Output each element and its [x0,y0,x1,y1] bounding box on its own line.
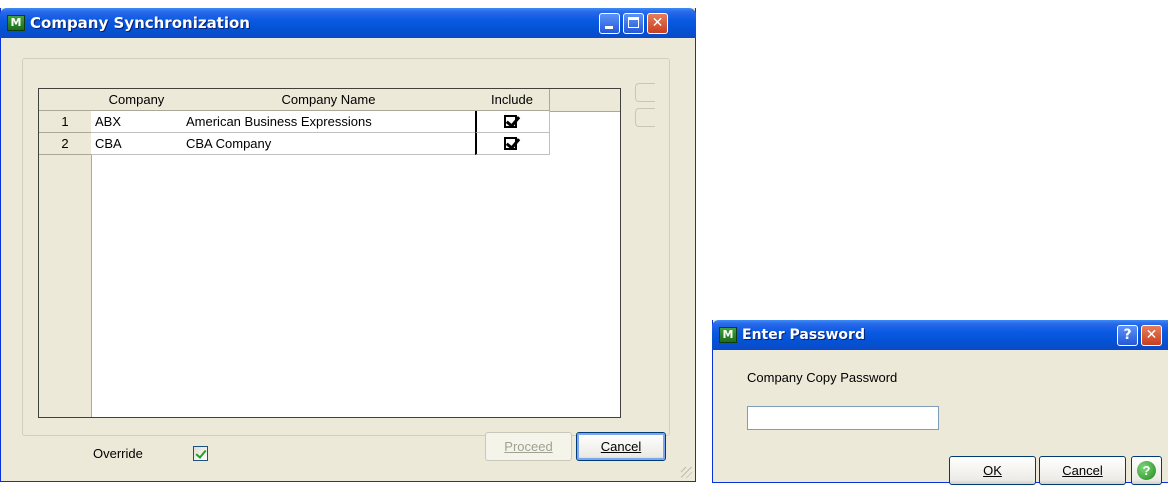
close-button[interactable]: ✕ [1141,325,1162,346]
column-header-company-name[interactable]: Company Name [182,89,476,111]
side-button-bottom[interactable] [635,108,655,127]
cancel-button[interactable]: Cancel [1039,456,1126,485]
close-button[interactable]: ✕ [647,13,668,34]
include-checkbox[interactable] [504,115,517,128]
proceed-button[interactable]: Proceed [485,432,572,461]
title-bar[interactable]: M Company Synchronization ✕ [0,8,696,38]
cell-company[interactable]: CBA [91,133,183,155]
ok-button[interactable]: OK [949,456,1036,485]
cancel-label: Cancel [600,439,642,454]
proceed-label: Proceed [504,439,553,454]
password-input[interactable] [747,406,939,430]
close-icon: ✕ [651,15,664,31]
maximize-button[interactable] [623,13,644,34]
company-sync-window: M Company Synchronization ✕ Company Comp… [0,8,696,482]
minimize-button[interactable] [599,13,620,34]
grid-header-filler [549,89,620,112]
resize-grip-icon[interactable] [681,467,692,478]
cancel-button[interactable]: Cancel [576,432,666,461]
help-icon: ? [1137,461,1156,480]
app-logo-icon: M [719,327,737,343]
enter-password-dialog: M Enter Password ? ✕ Company Copy Passwo… [712,320,1168,485]
column-header-company[interactable]: Company [91,89,183,111]
column-header-include[interactable]: Include [475,89,550,111]
company-grid[interactable]: Company Company Name Include 1 ABX Ameri… [38,88,621,418]
override-checkbox[interactable] [193,446,208,461]
cell-include[interactable] [475,111,550,133]
ok-label: OK [983,463,1002,478]
title-bar[interactable]: M Enter Password ? ✕ [712,320,1168,350]
dialog-title: Enter Password [742,327,865,343]
help-title-button[interactable]: ? [1117,325,1138,346]
app-logo-icon: M [7,15,25,31]
row-number[interactable]: 2 [39,133,92,155]
cell-company-name[interactable]: American Business Expressions [182,111,476,133]
corner-header [39,89,92,111]
cell-include[interactable] [475,133,550,155]
cell-company-name[interactable]: CBA Company [182,133,476,155]
window-title: Company Synchronization [30,14,250,32]
question-icon: ? [1123,327,1132,343]
close-icon: ✕ [1145,327,1158,343]
side-button-top[interactable] [635,83,655,102]
cell-company[interactable]: ABX [91,111,183,133]
maximize-icon [628,17,639,28]
cancel-label: Cancel [1062,463,1103,478]
minimize-icon [605,26,613,29]
override-label: Override [93,446,143,461]
password-field-label: Company Copy Password [747,370,898,385]
include-checkbox[interactable] [504,137,517,150]
row-number[interactable]: 1 [39,111,92,133]
help-button[interactable]: ? [1131,456,1162,485]
